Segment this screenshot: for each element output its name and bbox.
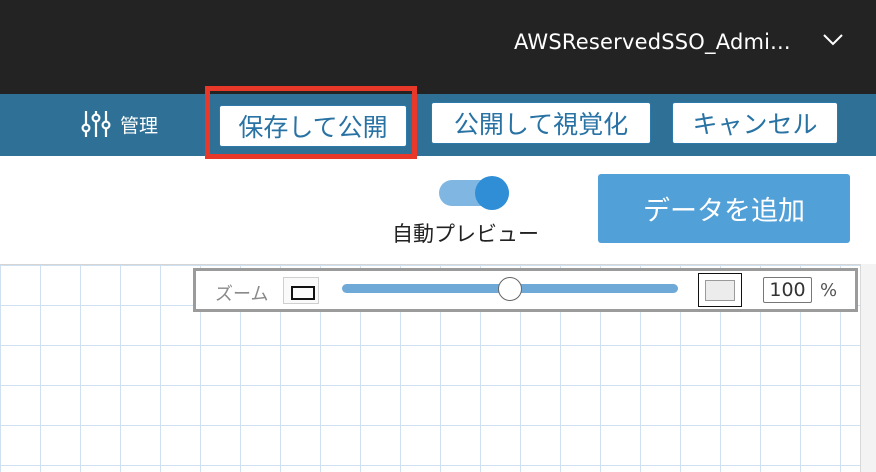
toggle-knob xyxy=(475,176,509,210)
chevron-down-icon[interactable] xyxy=(822,33,844,47)
zoom-percent-unit: % xyxy=(820,280,838,301)
manage-label: 管理 xyxy=(120,114,159,137)
sliders-icon xyxy=(81,111,111,137)
large-rectangle-icon[interactable] xyxy=(698,273,742,307)
save-and-publish-button[interactable]: 保存して公開 xyxy=(219,105,407,147)
small-rectangle-icon[interactable] xyxy=(283,277,319,304)
publish-and-visualize-button[interactable]: 公開して視覚化 xyxy=(431,102,651,144)
add-data-button[interactable]: データを追加 xyxy=(598,174,850,243)
canvas-scrollbar[interactable] xyxy=(860,264,876,472)
zoom-label: ズーム xyxy=(215,284,269,305)
zoom-value-input[interactable]: 100 xyxy=(763,277,812,303)
manage-button[interactable]: 管理 xyxy=(80,107,158,141)
account-name[interactable]: AWSReservedSSO_Admi... xyxy=(514,30,791,54)
cancel-button[interactable]: キャンセル xyxy=(672,102,838,144)
auto-preview-label: 自動プレビュー xyxy=(392,222,539,246)
auto-preview-toggle[interactable] xyxy=(439,176,511,210)
zoom-slider-thumb[interactable] xyxy=(498,277,522,301)
